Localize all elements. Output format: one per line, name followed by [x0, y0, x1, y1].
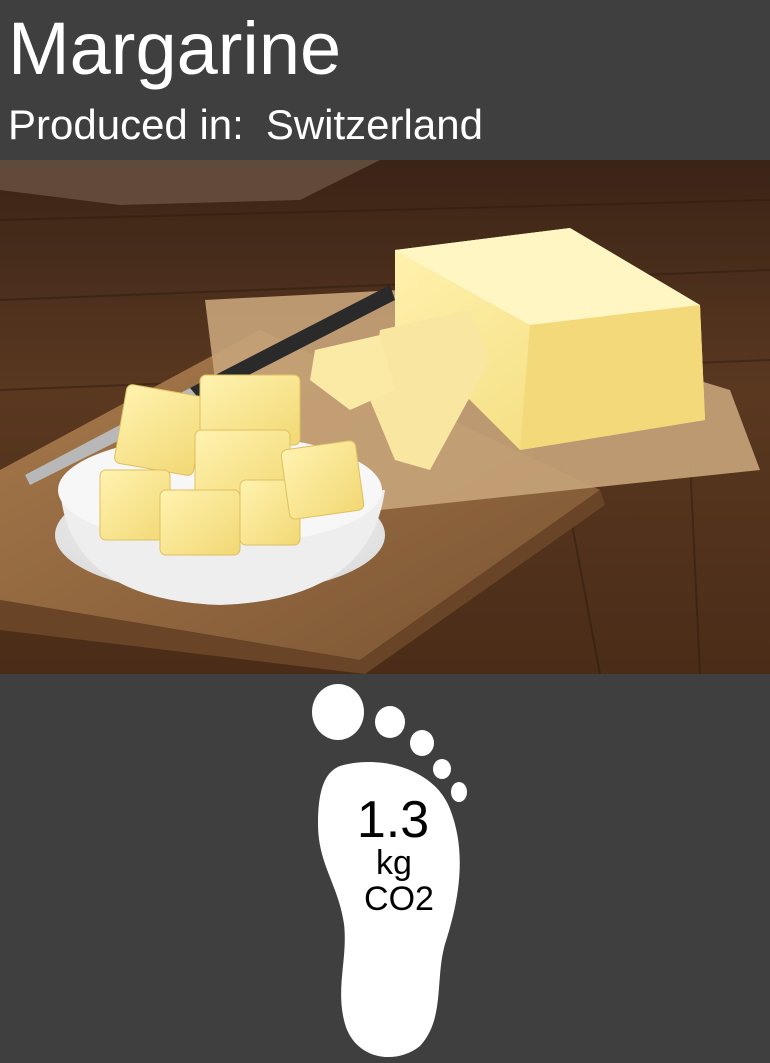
- footprint-gas: CO2: [364, 879, 434, 918]
- header: Margarine Produced in: Switzerland: [0, 0, 770, 160]
- origin-label: Produced in:: [8, 101, 244, 148]
- origin-line: Produced in: Switzerland: [8, 104, 483, 146]
- footprint-panel: 1.3 kg CO2: [0, 674, 770, 1063]
- origin-country: Switzerland: [265, 101, 483, 148]
- product-title: Margarine: [8, 7, 342, 90]
- footprint-unit: kg: [376, 844, 412, 882]
- product-photo: [0, 160, 770, 674]
- footprint-value: 1.3: [356, 791, 430, 849]
- footprint-value-block: 1.3 kg CO2: [330, 794, 470, 917]
